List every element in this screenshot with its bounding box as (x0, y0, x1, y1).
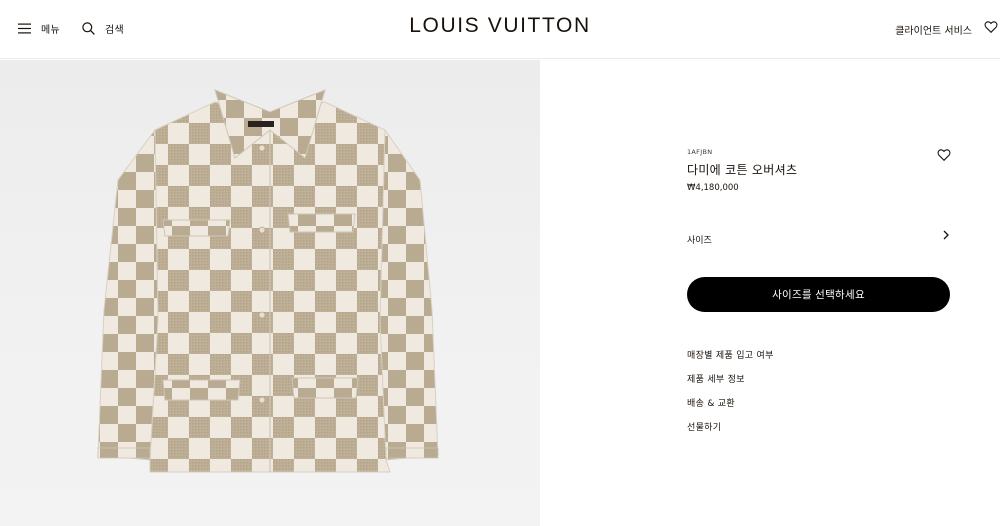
delivery-returns-link[interactable]: 배송 & 교환 (687, 398, 774, 422)
client-service-link[interactable]: 클라이언트 서비스 (895, 22, 972, 37)
size-selector[interactable]: 사이즈 (687, 228, 951, 246)
product-price: ₩4,180,000 (687, 183, 739, 193)
store-availability-link[interactable]: 매장별 제품 입고 여부 (687, 350, 774, 374)
select-size-button[interactable]: 사이즈를 선택하세요 (687, 277, 950, 312)
product-info: 1AFJBN 다미에 코튼 오버셔츠 ₩4,180,000 (687, 148, 951, 193)
damier-overshirt-image (97, 89, 439, 473)
product-name: 다미에 코튼 오버셔츠 (687, 163, 798, 177)
gift-link[interactable]: 선물하기 (687, 422, 774, 446)
site-header: 메뉴 검색 LOUIS VUITTON 클라이언트 서비스 (0, 0, 1000, 59)
chevron-right-icon (943, 230, 949, 240)
brand-logo[interactable]: LOUIS VUITTON (0, 14, 1000, 38)
heart-icon[interactable] (984, 20, 998, 34)
product-details-link[interactable]: 제품 세부 정보 (687, 374, 774, 398)
product-image[interactable] (0, 60, 540, 526)
size-label: 사이즈 (687, 236, 712, 246)
product-sku: 1AFJBN (687, 148, 713, 156)
product-links: 매장별 제품 입고 여부 제품 세부 정보 배송 & 교환 선물하기 (687, 350, 774, 446)
wishlist-heart-icon[interactable] (937, 148, 951, 162)
